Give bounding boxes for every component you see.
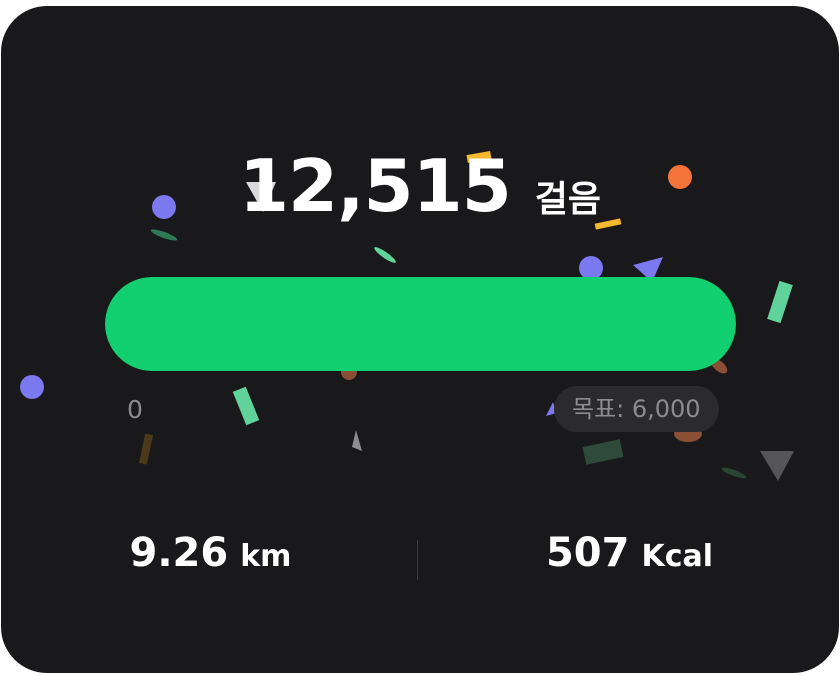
goal-badge[interactable]: 목표: 6,000 bbox=[554, 386, 719, 432]
step-progress-bar bbox=[105, 277, 736, 371]
activity-stats: 9.26 km 507 Kcal bbox=[1, 530, 839, 590]
distance-unit: km bbox=[240, 539, 292, 574]
confetti-leaf bbox=[721, 467, 747, 479]
step-progress-fill bbox=[105, 277, 736, 371]
step-count-display: 12,515 걸음 bbox=[1, 144, 839, 228]
progress-scale-min: 0 bbox=[127, 395, 143, 424]
confetti-leaf bbox=[374, 247, 396, 263]
confetti-triangle bbox=[352, 430, 362, 451]
calories-stat: 507 Kcal bbox=[420, 530, 839, 576]
confetti-strip bbox=[582, 439, 624, 465]
step-count-value: 12,515 bbox=[238, 144, 512, 228]
distance-stat: 9.26 km bbox=[1, 530, 420, 576]
confetti-triangle bbox=[760, 451, 794, 481]
confetti-strip bbox=[138, 433, 154, 465]
distance-value: 9.26 bbox=[129, 530, 229, 576]
confetti-leaf bbox=[150, 229, 178, 241]
confetti-strip bbox=[767, 280, 793, 324]
step-count-unit: 걸음 bbox=[534, 179, 602, 220]
calories-value: 507 bbox=[545, 530, 630, 576]
step-goal-card[interactable]: 12,515 걸음 0 목표: 6,000 9.26 km 507 Kcal bbox=[1, 6, 839, 673]
confetti-strip bbox=[232, 386, 260, 426]
calories-unit: Kcal bbox=[641, 539, 714, 574]
confetti-dot bbox=[20, 375, 44, 399]
stats-divider bbox=[417, 540, 418, 580]
